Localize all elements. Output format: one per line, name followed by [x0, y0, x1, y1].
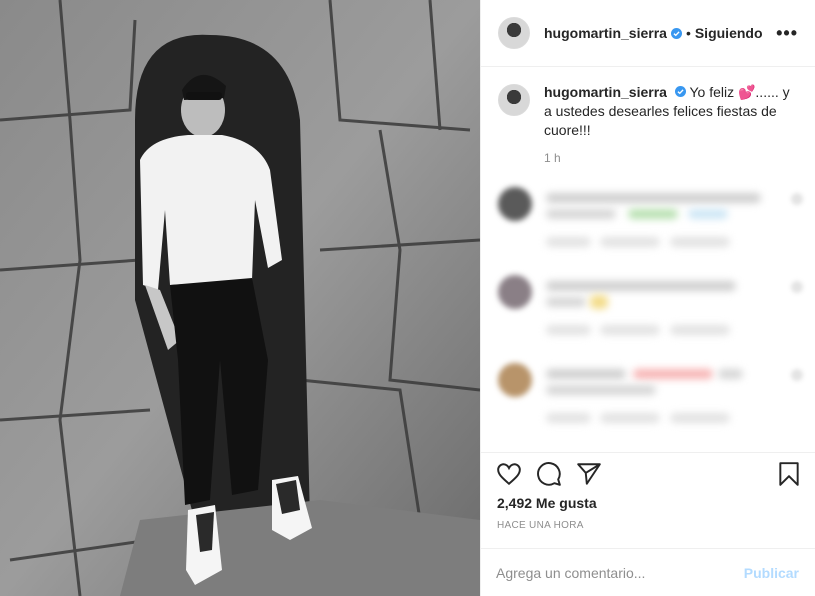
author-username[interactable]: hugomartin_sierra — [544, 25, 667, 41]
commenter-avatar — [498, 363, 532, 397]
bookmark-icon[interactable] — [776, 461, 802, 487]
caption-username[interactable]: hugomartin_sierra — [544, 84, 667, 100]
header-separator: • — [685, 25, 691, 41]
comment-box: Publicar — [480, 548, 815, 596]
post-actions: 2,492 Me gusta HACE UNA HORA — [480, 452, 815, 548]
photo-canvas — [0, 0, 480, 596]
comment-heart-icon[interactable] — [791, 193, 803, 205]
paper-plane-icon[interactable] — [576, 461, 602, 487]
comment-icon[interactable] — [536, 461, 562, 487]
post-photo[interactable] — [0, 0, 480, 596]
caption: hugomartin_sierra Yo feliz 💕...... y a u… — [481, 67, 815, 165]
list-item — [498, 363, 815, 451]
comment-heart-icon[interactable] — [791, 281, 803, 293]
caption-text: hugomartin_sierra Yo feliz 💕...... y a u… — [544, 83, 799, 140]
commenter-avatar — [498, 275, 532, 309]
post-header: hugomartin_sierra • Siguiendo ••• — [481, 0, 815, 67]
following-button[interactable]: Siguiendo — [695, 25, 763, 41]
caption-time: 1 h — [544, 151, 561, 165]
caption-avatar[interactable] — [498, 84, 530, 116]
comments-list — [481, 187, 815, 451]
author-avatar[interactable] — [498, 17, 530, 49]
publish-button[interactable]: Publicar — [744, 565, 799, 581]
commenter-avatar — [498, 187, 532, 221]
comment-heart-icon[interactable] — [791, 369, 803, 381]
verified-badge-icon — [670, 27, 682, 39]
list-item — [498, 187, 815, 275]
post-timestamp: HACE UNA HORA — [497, 520, 584, 531]
comment-input[interactable] — [496, 564, 726, 581]
heart-icon[interactable] — [496, 461, 522, 487]
list-item — [498, 275, 815, 363]
more-options-icon[interactable]: ••• — [776, 23, 798, 44]
likes-count[interactable]: 2,492 Me gusta — [497, 495, 597, 511]
verified-badge-icon — [674, 86, 686, 97]
